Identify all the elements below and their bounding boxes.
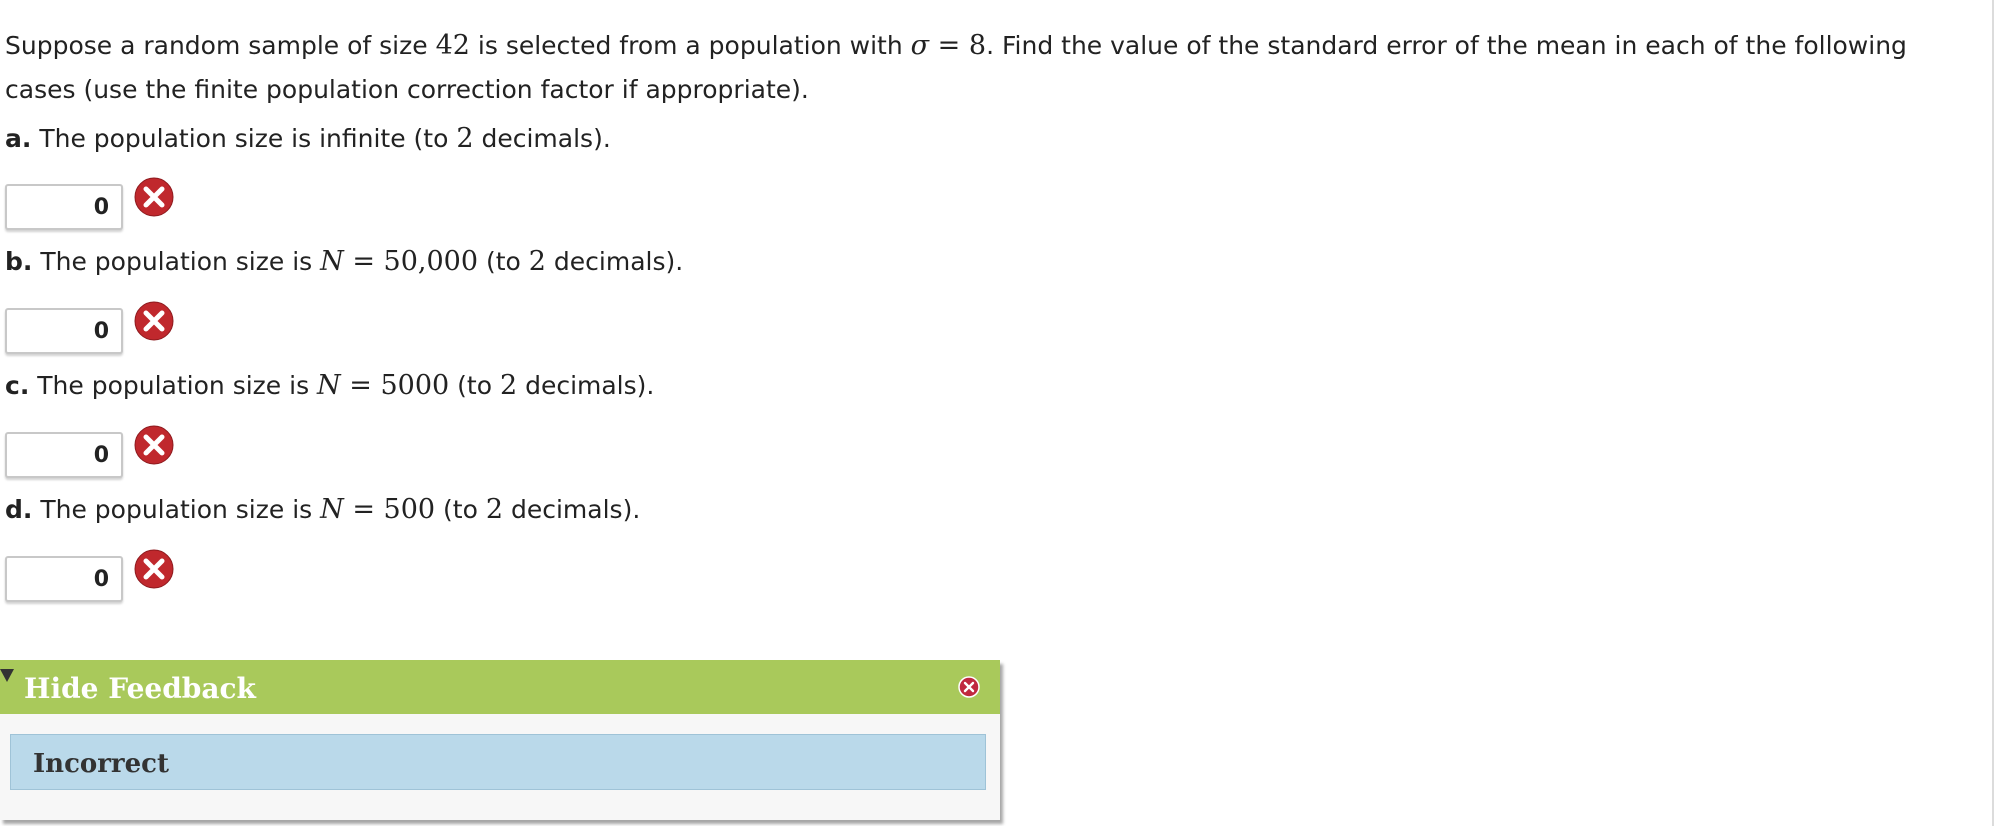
question-letter: a. [5, 124, 32, 153]
question-text: The population size is [29, 371, 318, 400]
sample-size-value: 42 [435, 30, 470, 61]
question-d: d. The population size is N = 500 (to 2 … [5, 492, 640, 528]
question-a: a. The population size is infinite (to 2… [5, 121, 611, 157]
feedback-result-text: Incorrect [33, 749, 170, 779]
population-size-value: 50,000 [383, 246, 479, 277]
question-letter: b. [5, 247, 33, 276]
answer-input-b[interactable] [5, 308, 123, 354]
wrong-answer-icon [134, 301, 174, 341]
equals-sign: = [343, 494, 384, 525]
question-text: (to [478, 247, 529, 276]
wrong-answer-icon [134, 425, 174, 465]
decimals-value: 2 [499, 370, 518, 401]
population-size-value: 5000 [380, 370, 450, 401]
equals-sign: = [929, 30, 969, 61]
decimals-value: 2 [485, 494, 504, 525]
question-text: The population size is infinite (to [31, 124, 457, 153]
prompt-text: Suppose a random sample of size [5, 31, 436, 60]
question-text: decimals). [473, 124, 611, 153]
feedback-panel: Hide Feedback Incorrect [0, 660, 1000, 820]
feedback-title: Hide Feedback [24, 672, 256, 705]
population-symbol: N [317, 370, 341, 401]
question-b: b. The population size is N = 50,000 (to… [5, 244, 683, 280]
question-text: The population size is [32, 247, 321, 276]
question-c: c. The population size is N = 5000 (to 2… [5, 368, 654, 404]
question-text: decimals). [503, 495, 641, 524]
question-text: (to [435, 495, 486, 524]
question-letter: c. [5, 371, 30, 400]
answer-input-a[interactable] [5, 184, 123, 230]
question-text: The population size is [32, 495, 321, 524]
wrong-answer-icon [134, 177, 174, 217]
population-symbol: N [320, 246, 344, 277]
hide-feedback-toggle[interactable]: Hide Feedback [0, 660, 1000, 714]
answer-input-d[interactable] [5, 556, 123, 602]
prompt-text: is selected from a population with [469, 31, 911, 60]
equals-sign: = [343, 246, 384, 277]
feedback-result-box: Incorrect [10, 734, 986, 790]
close-icon[interactable] [958, 676, 980, 698]
triangle-down-icon [0, 669, 14, 682]
sigma-value: 8 [968, 30, 987, 61]
wrong-answer-icon [134, 549, 174, 589]
question-letter: d. [5, 495, 33, 524]
population-size-value: 500 [383, 494, 436, 525]
population-symbol: N [320, 494, 344, 525]
answer-input-c[interactable] [5, 432, 123, 478]
equals-sign: = [340, 370, 381, 401]
page: Suppose a random sample of size 42 is se… [0, 0, 1994, 826]
decimals-value: 2 [456, 123, 474, 154]
sigma-symbol: σ [910, 30, 930, 61]
question-text: decimals). [545, 247, 684, 276]
question-text: decimals). [517, 371, 655, 400]
question-prompt: Suppose a random sample of size 42 is se… [5, 24, 1965, 112]
decimals-value: 2 [528, 246, 546, 277]
question-text: (to [449, 371, 500, 400]
